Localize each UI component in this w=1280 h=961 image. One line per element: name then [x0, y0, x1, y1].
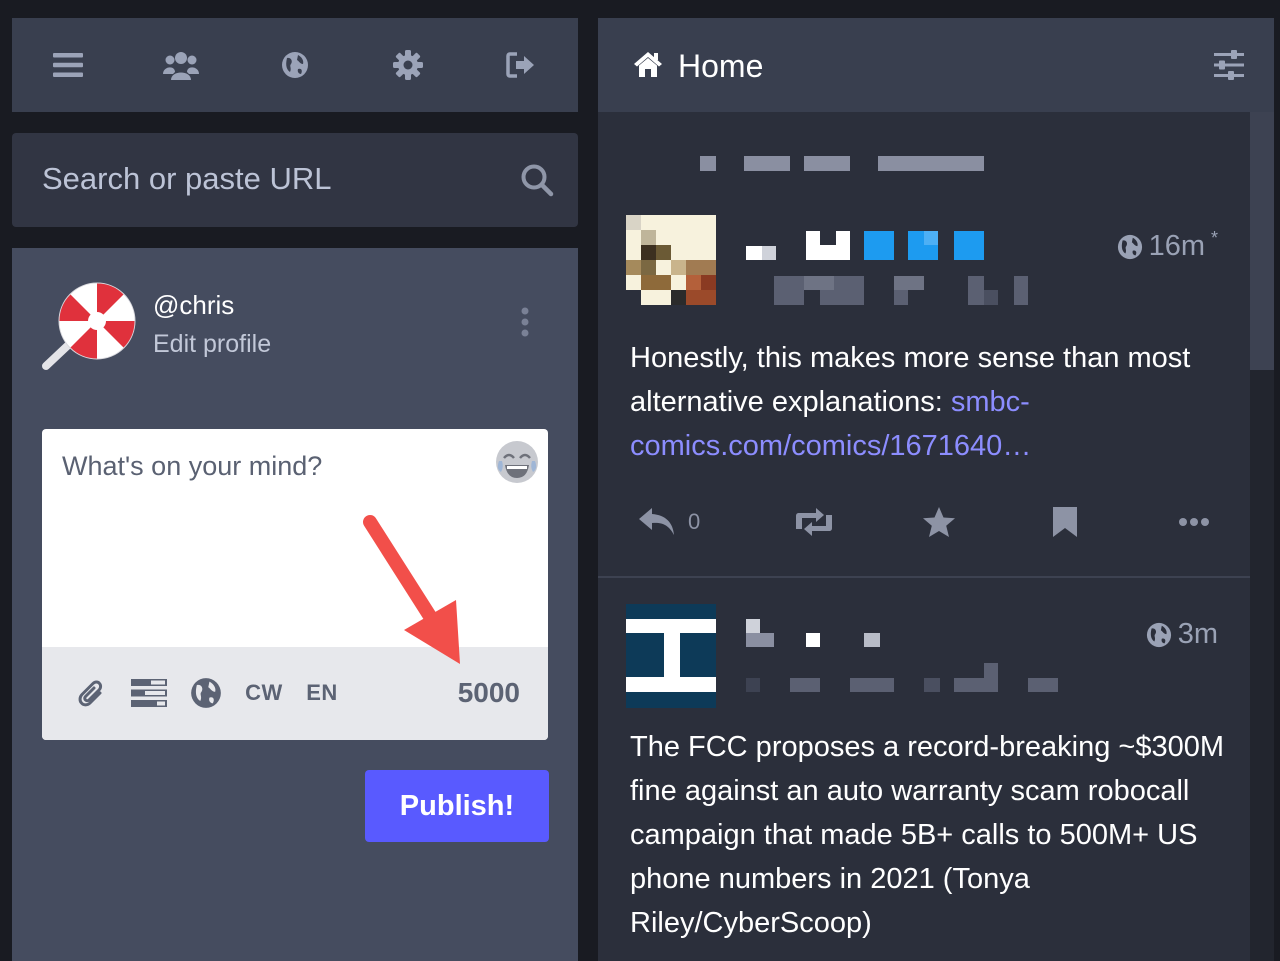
search-bar[interactable]: Search or paste URL [12, 133, 578, 227]
more-options-icon[interactable] [518, 306, 532, 338]
search-input[interactable]: Search or paste URL [42, 161, 331, 197]
navigation-bar [12, 18, 578, 112]
favourite-button[interactable] [922, 500, 956, 544]
bookmark-icon [1053, 507, 1077, 537]
attach-media-icon[interactable] [76, 677, 106, 709]
boost-icon [796, 508, 832, 536]
status-card[interactable]: 3m The FCC proposes a record-breaking ~$… [598, 578, 1250, 961]
column-settings-icon[interactable] [1214, 50, 1244, 85]
column-header: Home [598, 18, 1274, 112]
avatar[interactable] [40, 274, 140, 374]
edit-profile-link[interactable]: Edit profile [153, 330, 271, 359]
annotation-arrow-icon [363, 515, 460, 664]
reply-icon [639, 508, 674, 535]
boost-button[interactable] [792, 500, 836, 544]
home-icon [632, 50, 664, 83]
column-title: Home [678, 48, 764, 84]
scrollbar-thumb[interactable] [1250, 112, 1274, 370]
avatar[interactable] [626, 604, 716, 708]
gear-icon[interactable] [390, 47, 426, 83]
redacted-handle [774, 276, 804, 305]
profile-handle: @chris [153, 290, 235, 320]
language-button[interactable]: EN [306, 680, 338, 706]
status-content: Honestly, this makes more sense than mos… [630, 336, 1230, 468]
home-timeline: 16m * Honestly, this makes more sense th… [598, 112, 1250, 961]
status-actions: 0 [630, 500, 1220, 544]
reply-button[interactable]: 0 [638, 500, 700, 544]
logout-icon[interactable] [503, 47, 539, 83]
redacted-handle [746, 678, 760, 692]
bookmark-button[interactable] [1052, 500, 1078, 544]
status-meta: 16m * [1117, 228, 1218, 263]
character-counter: 5000 [457, 677, 520, 708]
status-meta: 3m [1146, 618, 1218, 651]
ellipsis-icon [1179, 518, 1209, 526]
poll-icon[interactable] [131, 678, 167, 708]
emoji-picker-icon[interactable] [494, 439, 540, 485]
visibility-globe-icon[interactable] [190, 677, 222, 709]
redacted-display-name [746, 619, 760, 633]
status-text: The FCC proposes a record-breaking ~$300… [630, 731, 1224, 939]
public-globe-icon [1117, 234, 1142, 259]
public-globe-icon [1146, 622, 1171, 647]
redacted-display-name [746, 246, 762, 260]
status-timestamp[interactable]: 16m [1149, 230, 1205, 263]
star-icon [923, 507, 955, 537]
people-icon[interactable] [163, 47, 199, 83]
content-warning-button[interactable]: CW [245, 680, 283, 706]
publish-button[interactable]: Publish! [365, 770, 549, 842]
compose-textarea[interactable]: What's on your mind? [62, 451, 322, 482]
avatar[interactable] [626, 215, 716, 305]
compose-panel: @chris Edit profile What's on your mind? [12, 248, 578, 961]
status-timestamp[interactable]: 3m [1178, 618, 1218, 651]
redacted-text [700, 156, 716, 171]
status-text: Honestly, this makes more sense than mos… [630, 342, 1191, 418]
globe-icon[interactable] [277, 47, 313, 83]
search-icon[interactable] [520, 163, 554, 202]
reply-count: 0 [688, 509, 701, 534]
edited-marker: * [1210, 228, 1218, 248]
more-button[interactable] [1178, 500, 1210, 544]
menu-icon[interactable] [50, 47, 86, 83]
status-card[interactable]: 16m * Honestly, this makes more sense th… [598, 112, 1250, 578]
